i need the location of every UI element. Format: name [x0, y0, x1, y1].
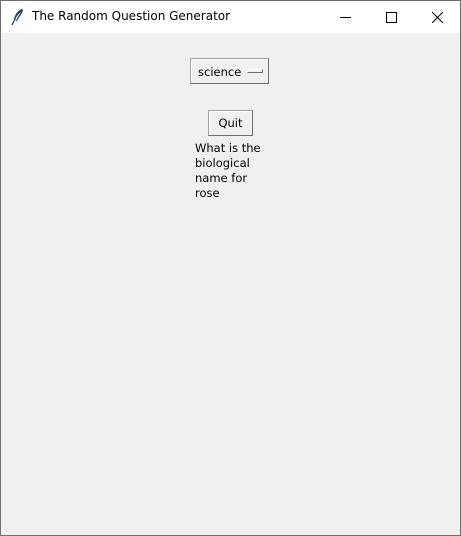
maximize-icon	[386, 12, 397, 23]
category-option-menu[interactable]: science	[190, 58, 269, 84]
dropdown-indicator-icon	[247, 69, 263, 73]
minimize-button[interactable]	[322, 1, 368, 33]
category-selected-value: science	[198, 65, 242, 79]
close-button[interactable]	[414, 1, 460, 33]
window-content: science Quit What is the biological name…	[1, 33, 460, 535]
app-window: The Random Question Generator science Qu…	[0, 0, 461, 536]
window-title: The Random Question Generator	[32, 9, 231, 23]
quit-button[interactable]: Quit	[208, 110, 253, 136]
close-icon	[432, 12, 443, 23]
minimize-icon	[340, 17, 351, 18]
maximize-button[interactable]	[368, 1, 414, 33]
question-text: What is the biological name for rose	[195, 141, 261, 200]
feather-icon	[10, 8, 26, 26]
title-bar[interactable]: The Random Question Generator	[1, 1, 460, 33]
